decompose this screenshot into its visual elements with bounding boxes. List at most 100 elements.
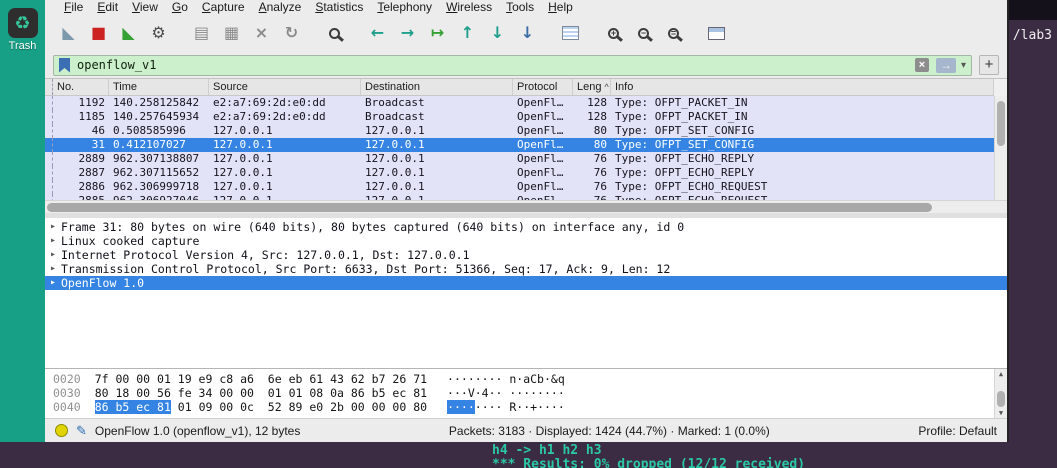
menu-item-go[interactable]: Go xyxy=(165,0,195,14)
zoom-in-icon[interactable] xyxy=(600,20,627,47)
resize-columns-icon[interactable] xyxy=(703,20,730,47)
capture-stop-icon[interactable]: ■ xyxy=(85,20,112,47)
packet-row[interactable]: 2886 962.306999718 127.0.0.1 127.0.0.1 OpenF… xyxy=(45,180,994,194)
zoom-reset-icon[interactable] xyxy=(660,20,687,47)
terminal-titlebar-edge xyxy=(1009,0,1057,20)
filter-clear-icon[interactable]: × xyxy=(914,58,929,72)
hex-offset: 0040 xyxy=(53,400,81,414)
toolbar-group xyxy=(703,20,730,47)
capture-start-icon[interactable]: ◣ xyxy=(55,20,82,47)
packet-row[interactable]: 1192 140.258125842 e2:a7:69:2d:e0:dd Broadc… xyxy=(45,96,994,110)
zoom-out-icon[interactable] xyxy=(630,20,657,47)
menu-item-capture[interactable]: Capture xyxy=(195,0,252,14)
column-header-time[interactable]: Time xyxy=(109,79,209,95)
terminal-line: h4 -> h1 h2 h3 xyxy=(492,443,602,458)
packet-details: ▸ Frame 31: 80 bytes on wire (640 bits), … xyxy=(45,218,1007,368)
filter-bookmark-icon[interactable] xyxy=(59,57,70,73)
go-forward-icon[interactable]: → xyxy=(394,20,421,47)
detail-row[interactable]: ▸ Frame 31: 80 bytes on wire (640 bits), … xyxy=(45,220,1007,234)
column-header-gutter xyxy=(45,79,53,95)
column-header-info[interactable]: Info xyxy=(611,79,994,95)
open-file-icon[interactable]: ▤ xyxy=(188,20,215,47)
filter-apply-icon[interactable]: → xyxy=(935,57,956,73)
packet-row[interactable]: 31 0.412107027 127.0.0.1 127.0.0.1 OpenFl… 80… xyxy=(45,138,994,152)
save-file-icon[interactable]: ▦ xyxy=(218,20,245,47)
column-header-no[interactable]: No. xyxy=(53,79,109,95)
hex-vscrollbar[interactable]: ▲ ▼ xyxy=(994,369,1007,418)
expert-info-icon[interactable] xyxy=(55,424,68,437)
terminal-window[interactable]: h4 -> h1 h2 h3 *** Results: 0% dropped (1… xyxy=(0,442,1057,468)
packet-list-hscrollbar[interactable] xyxy=(45,200,1007,213)
trash-label: Trash xyxy=(8,40,37,52)
column-header-src[interactable]: Source xyxy=(209,79,361,95)
packet-list-header: No. Time Source Destination Protocol Leng ^ Inf… xyxy=(45,79,994,96)
column-header-proto[interactable]: Protocol xyxy=(513,79,573,95)
menu-item-tools[interactable]: Tools xyxy=(499,0,541,14)
packet-list-vscrollbar[interactable] xyxy=(994,96,1007,200)
hex-row[interactable]: 0030 80 18 00 56 fe 34 00 00 01 01 08 0a … xyxy=(53,386,991,400)
detail-row[interactable]: ▸ Linux cooked capture xyxy=(45,234,1007,248)
expander-icon[interactable]: ▸ xyxy=(45,262,61,276)
hex-offset: 0020 xyxy=(53,372,81,386)
go-back-icon[interactable]: ← xyxy=(364,20,391,47)
packet-list-hscroll-thumb[interactable] xyxy=(47,203,933,212)
capture-comment-icon[interactable]: ✎ xyxy=(76,423,87,439)
filter-add-button[interactable]: + xyxy=(979,55,999,75)
filter-dropdown-icon[interactable]: ▾ xyxy=(961,60,966,71)
colorize-icon[interactable] xyxy=(557,20,584,47)
detail-row[interactable]: ▸ Transmission Control Protocol, Src Port… xyxy=(45,262,1007,276)
menu-item-statistics[interactable]: Statistics xyxy=(308,0,370,14)
toolbar-group: ▤ ▦ × ↻ xyxy=(188,20,305,47)
status-selected-field: OpenFlow 1.0 (openflow_v1), 12 bytes xyxy=(94,423,301,438)
go-top-icon[interactable]: ↑ xyxy=(454,20,481,47)
expander-icon[interactable]: ▸ xyxy=(45,248,61,262)
toolbar-group xyxy=(321,20,348,47)
auto-scroll-icon[interactable]: ↓ xyxy=(514,20,541,47)
menu-item-edit[interactable]: Edit xyxy=(90,0,125,14)
menu-item-telephony[interactable]: Telephony xyxy=(370,0,439,14)
detail-row[interactable]: ▸ Internet Protocol Version 4, Src: 127.0… xyxy=(45,248,1007,262)
hex-rows: 0020 7f 00 00 01 19 e9 c8 a6 6e eb 61 43 … xyxy=(53,372,991,414)
packet-row[interactable]: 46 0.508585996 127.0.0.1 127.0.0.1 OpenFl… 80… xyxy=(45,124,994,138)
menu-item-analyze[interactable]: Analyze xyxy=(252,0,309,14)
menu-item-file[interactable]: File xyxy=(57,0,90,14)
hex-row[interactable]: 0040 86 b5 ec 81 01 09 00 0c 52 89 e0 2b … xyxy=(53,400,991,414)
sort-indicator-icon: ^ xyxy=(604,82,609,92)
hex-dump-pane: 0020 7f 00 00 01 19 e9 c8 a6 6e eb 61 43 … xyxy=(45,368,1007,418)
packet-list-vscroll-thumb[interactable] xyxy=(997,101,1005,146)
detail-row[interactable]: ▸ OpenFlow 1.0 xyxy=(45,276,1007,290)
toolbar-group xyxy=(600,20,687,47)
capture-options-icon[interactable]: ⚙ xyxy=(145,20,172,47)
go-bottom-icon[interactable]: ↓ xyxy=(484,20,511,47)
expander-icon[interactable]: ▸ xyxy=(45,234,61,248)
trash-icon[interactable]: ♻ xyxy=(7,8,38,38)
capture-restart-icon[interactable]: ◣ xyxy=(115,20,142,47)
status-packet-counts: Packets: 3183 · Displayed: 1424 (44.7%) … xyxy=(448,423,770,438)
filter-input[interactable] xyxy=(77,58,915,72)
menu-item-wireless[interactable]: Wireless xyxy=(439,0,499,14)
column-header-dst[interactable]: Destination xyxy=(361,79,513,95)
packet-list-pane: No. Time Source Destination Protocol Leng ^ Inf… xyxy=(45,78,1007,200)
scroll-up-icon[interactable]: ▲ xyxy=(995,369,1007,379)
column-header-len[interactable]: Leng ^ xyxy=(573,79,611,95)
close-file-icon[interactable]: × xyxy=(248,20,275,47)
packet-row[interactable]: 2889 962.307138807 127.0.0.1 127.0.0.1 OpenF… xyxy=(45,152,994,166)
expander-icon[interactable]: ▸ xyxy=(45,276,61,290)
terminal-right-edge[interactable]: /lab3 xyxy=(1009,0,1057,442)
hex-row[interactable]: 0020 7f 00 00 01 19 e9 c8 a6 6e eb 61 43 … xyxy=(53,372,991,386)
go-to-packet-icon[interactable]: ↦ xyxy=(424,20,451,47)
expander-icon[interactable]: ▸ xyxy=(45,220,61,234)
packet-row[interactable]: 2887 962.307115652 127.0.0.1 127.0.0.1 OpenF… xyxy=(45,166,994,180)
hex-vscroll-thumb[interactable] xyxy=(997,391,1005,407)
find-packet-icon[interactable] xyxy=(321,20,348,47)
status-profile[interactable]: Profile: Default xyxy=(918,424,997,438)
scroll-down-icon[interactable]: ▼ xyxy=(995,408,1007,418)
toolbar-group xyxy=(557,20,584,47)
packet-row[interactable]: 1185 140.257645934 e2:a7:69:2d:e0:dd Broadc… xyxy=(45,110,994,124)
reload-icon[interactable]: ↻ xyxy=(278,20,305,47)
menu-item-view[interactable]: View xyxy=(125,0,165,14)
display-filter-field[interactable]: × → ▾ xyxy=(53,54,972,76)
wireshark-window: File Edit View Go Capture Analyze Statistics Te… xyxy=(45,0,1009,442)
menu-bar: File Edit View Go Capture Analyze Statistics Te… xyxy=(45,0,1007,14)
menu-item-help[interactable]: Help xyxy=(541,0,580,14)
